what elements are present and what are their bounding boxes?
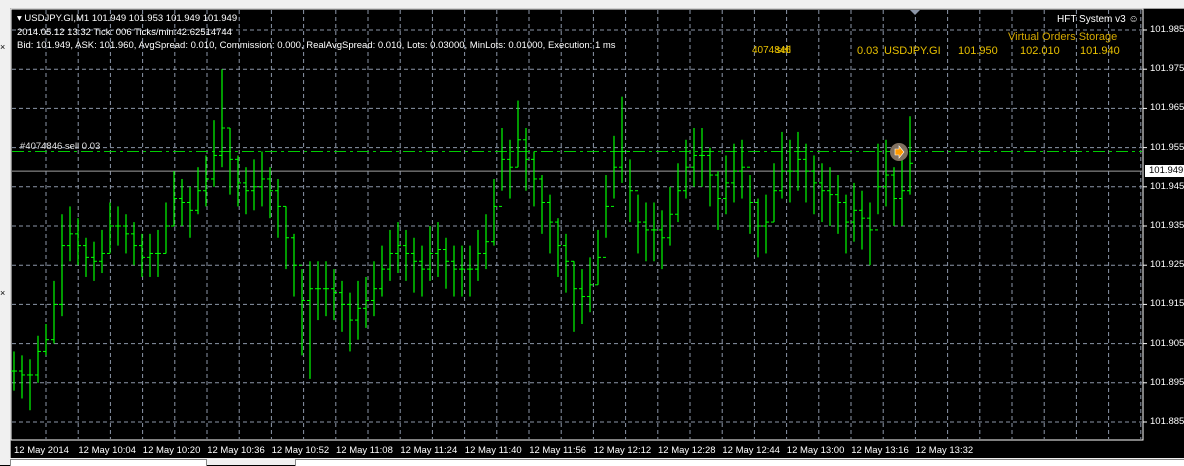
time-label: 12 May 12:44 <box>722 445 780 456</box>
time-label: 12 May 13:32 <box>915 445 974 456</box>
virtual-orders-title: Virtual Orders Storage <box>1008 31 1118 43</box>
order-open-price: 101.950 <box>958 45 998 57</box>
time-label: 12 May 10:20 <box>142 445 201 456</box>
order-stop-loss: 101.940 <box>1080 45 1120 57</box>
time-label: 12 May 11:56 <box>529 445 587 456</box>
tick-info: 2014.05.12 13:32 Tick: 006 Ticks/min:42.… <box>17 27 232 38</box>
price-tick-label: 101.925 <box>1150 259 1184 271</box>
smiley-icon: ☺ <box>1128 14 1139 25</box>
price-tick-label: 101.975 <box>1150 63 1184 75</box>
order-type: sell <box>776 45 792 56</box>
time-label: 12 May 13:00 <box>786 445 845 456</box>
price-tick-label: 101.885 <box>1150 416 1184 427</box>
order-lots: 0.03 <box>857 45 879 57</box>
ea-name: HFT System v3 <box>1057 14 1126 25</box>
time-label: 12 May 11:08 <box>336 445 393 456</box>
current-price-label: 101.949 <box>1145 165 1184 177</box>
price-tick-label: 101.915 <box>1150 298 1184 310</box>
spread-info: Bid: 101.949, ASK: 101.960, AvgSpread: 0… <box>17 40 616 51</box>
order-take-profit: 102.010 <box>1020 45 1060 57</box>
trade-arrow-icon[interactable] <box>890 143 908 161</box>
time-label: 12 May 10:36 <box>207 445 265 456</box>
time-label: 12 May 12:12 <box>593 445 652 456</box>
time-label: 12 May 10:52 <box>271 445 330 456</box>
price-tick-label: 101.895 <box>1150 376 1184 388</box>
price-tick-label: 101.905 <box>1150 337 1184 349</box>
symbol-ohlc: USDJPY.GI,M1 101.949 101.953 101.949 101… <box>24 13 238 24</box>
time-label: 12 May 2014 <box>14 445 69 456</box>
price-tick-label: 101.935 <box>1150 220 1184 231</box>
time-label: 12 May 10:04 <box>78 445 136 456</box>
chart-frame <box>10 8 1144 441</box>
order-line-label: #4074846 sell 0.03 <box>20 141 101 152</box>
price-chart[interactable] <box>0 0 1184 465</box>
bottom-tabs-strip <box>0 458 1184 466</box>
price-tick-label: 101.965 <box>1150 102 1184 114</box>
time-label: 12 May 12:28 <box>658 445 716 456</box>
price-tick-label: 101.945 <box>1150 180 1184 192</box>
symbol-header: ▾ USDJPY.GI,M1 101.949 101.953 101.949 1… <box>17 13 238 24</box>
ea-label: HFT System v3 ☺ <box>1057 14 1139 25</box>
time-label: 12 May 11:40 <box>464 445 522 456</box>
time-label: 12 May 13:16 <box>851 445 909 456</box>
price-tick-label: 101.985 <box>1150 24 1184 35</box>
order-symbol: USDJPY.GI <box>884 45 941 57</box>
price-tick-label: 101.955 <box>1150 141 1184 153</box>
time-label: 12 May 11:24 <box>400 445 458 456</box>
